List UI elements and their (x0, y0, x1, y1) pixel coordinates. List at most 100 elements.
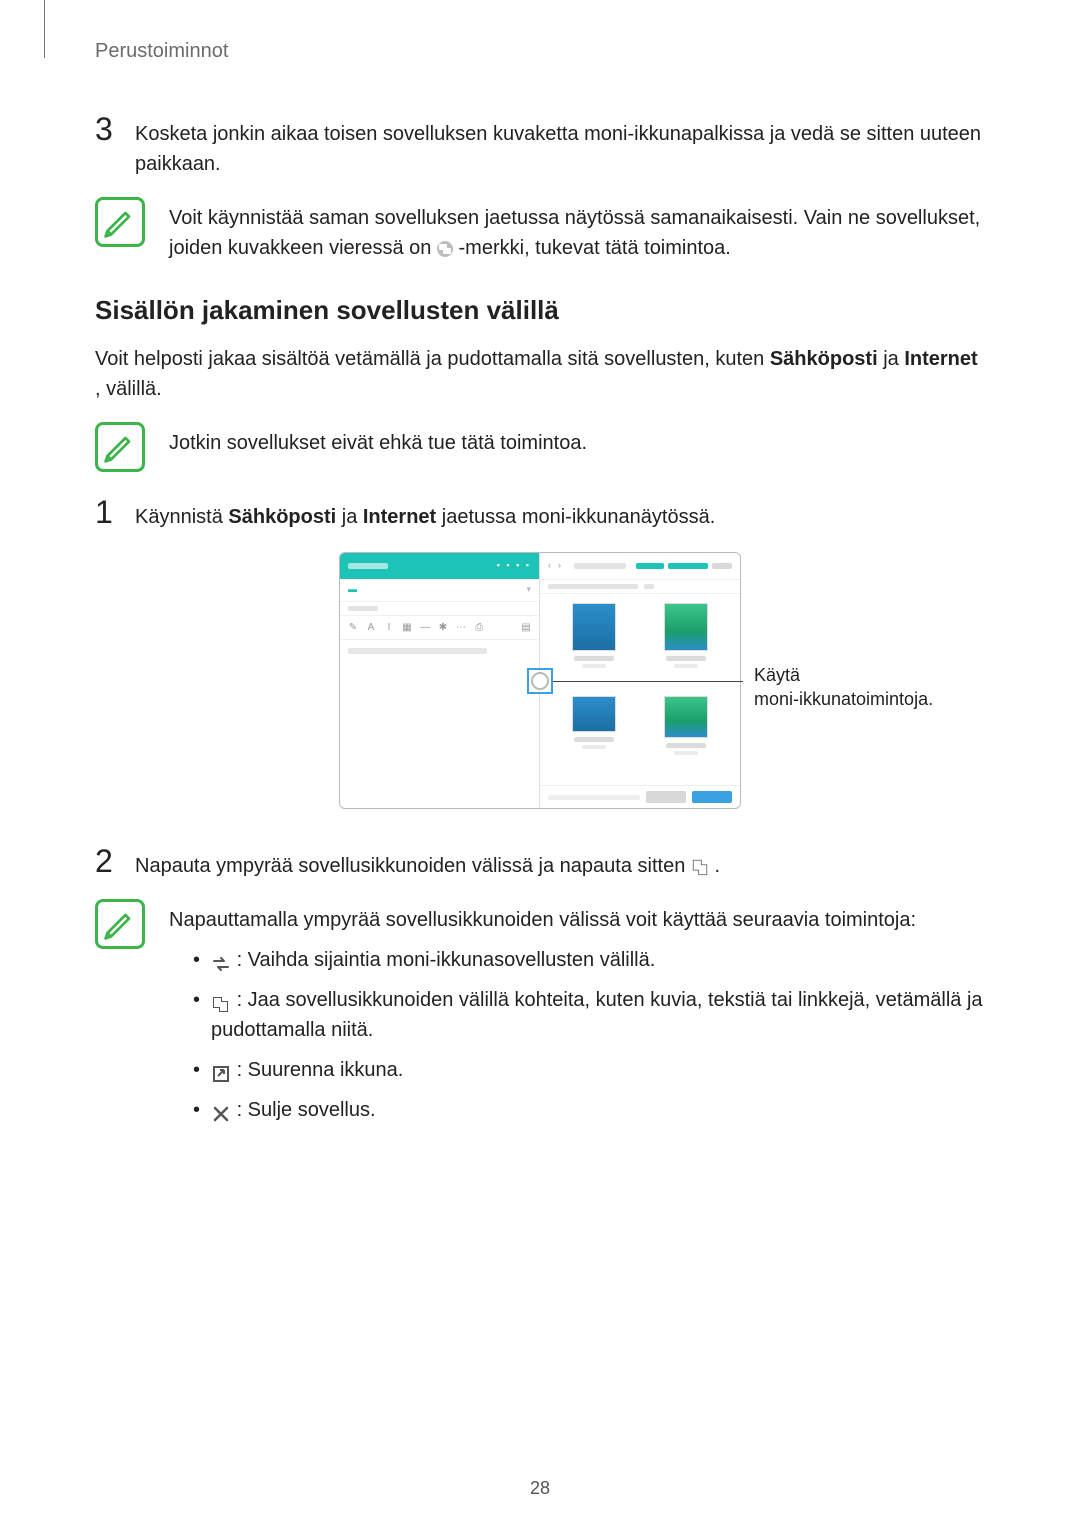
callout-leader-line (553, 681, 743, 682)
thumbnail-card (552, 697, 636, 782)
toolbar-item: — (420, 620, 430, 635)
numbered-step-2: 2 Napauta ympyrää sovellusikkunoiden väl… (95, 845, 985, 881)
intro-part-a: Voit helposti jakaa sisältöä vetämällä j… (95, 348, 770, 370)
note-box: Jotkin sovellukset eivät ehkä tue tätä t… (95, 422, 985, 472)
handle-circle-icon (531, 672, 549, 690)
email-pane-header: ▪ ▪ ▪ ▪ (340, 553, 539, 579)
email-header-actions-blur: ▪ ▪ ▪ ▪ (497, 559, 531, 573)
list-item-text: : Jaa sovellusikkunoiden välillä kohteit… (211, 989, 983, 1041)
compose-toolbar: ✎ A I ▦ — ✱ ⋯ ⎙ ▤ (340, 616, 539, 640)
footer-text-blur (548, 795, 640, 800)
toolbar-item: ▦ (402, 620, 412, 635)
intro-app-email: Sähköposti (770, 348, 878, 370)
compose-subject-row (340, 602, 539, 616)
note-box: Napauttamalla ympyrää sovellusikkunoiden… (95, 899, 985, 1135)
step-number: 2 (95, 845, 135, 877)
browser-subheader-blur (644, 584, 654, 589)
list-item-text: : Sulje sovellus. (237, 1099, 376, 1121)
browser-action-blur (636, 563, 664, 569)
browser-subheader-blur (548, 584, 638, 589)
multi-window-figure: ▪ ▪ ▪ ▪ ▬ ▾ ✎ A I ▦ — ✱ (95, 552, 985, 809)
compose-to-row: ▬ ▾ (340, 579, 539, 602)
list-item-text: : Suurenna ikkuna. (237, 1059, 404, 1081)
step1-app-email: Sähköposti (228, 506, 336, 528)
browser-subheader (540, 580, 740, 594)
drag-content-icon (211, 992, 231, 1010)
step-text: Napauta ympyrää sovellusikkunoiden välis… (135, 845, 985, 881)
page-content: 3 Kosketa jonkin aikaa toisen sovellukse… (95, 113, 985, 1135)
note-icon (95, 197, 145, 247)
section-intro: Voit helposti jakaa sisältöä vetämällä j… (95, 344, 985, 404)
intro-part-e: , välillä. (95, 378, 162, 400)
note-text: Voit käynnistää saman sovelluksen jaetus… (169, 197, 985, 263)
figure-callout: Käytä moni-ikkunatoimintoja. (754, 663, 984, 712)
footer-button-blur (692, 791, 732, 803)
url-bar-blur (574, 563, 626, 569)
browser-toolbar: ‹ › (540, 553, 740, 580)
browser-action-blur (668, 563, 708, 569)
multi-window-handle (527, 668, 553, 694)
browser-footer (540, 785, 740, 808)
step1-pre: Käynnistä (135, 506, 228, 528)
pencil-note-icon (102, 429, 138, 465)
drag-content-icon (691, 858, 709, 876)
step-text: Käynnistä Sähköposti ja Internet jaetuss… (135, 496, 985, 532)
numbered-step-3: 3 Kosketa jonkin aikaa toisen sovellukse… (95, 113, 985, 179)
close-icon (211, 1102, 231, 1120)
maximize-window-icon (211, 1062, 231, 1080)
toolbar-item: ✱ (438, 620, 448, 635)
callout-line1: Käytä (754, 665, 800, 685)
step1-post: jaetussa moni-ikkunanäytössä. (442, 506, 715, 528)
manual-page: Perustoiminnot 3 Kosketa jonkin aikaa to… (0, 0, 1080, 1527)
numbered-step-1: 1 Käynnistä Sähköposti ja Internet jaetu… (95, 496, 985, 532)
back-icon: ‹ (548, 559, 558, 573)
toolbar-item: ▤ (521, 620, 531, 635)
thumbnail-card (644, 697, 728, 782)
swap-windows-icon (211, 952, 231, 970)
note-icon (95, 422, 145, 472)
browser-thumbnail-grid (540, 594, 740, 785)
step1-mid: ja (342, 506, 363, 528)
list-item: : Sulje sovellus. (193, 1095, 985, 1125)
note-icon (95, 899, 145, 949)
toolbar-item: A (366, 620, 376, 635)
step2-post: . (714, 855, 720, 877)
toolbar-item: ⋯ (456, 620, 466, 635)
duplicate-support-icon (437, 241, 453, 257)
note-text-part-b: -merkki, tukevat tätä toimintoa. (459, 237, 731, 259)
compose-to-value-blur: ▾ (526, 583, 531, 597)
footer-button-blur (646, 791, 686, 803)
list-item: : Vaihda sijaintia moni-ikkunasovelluste… (193, 945, 985, 975)
toolbar-item: ✎ (348, 620, 358, 635)
browser-action-blur (712, 563, 732, 569)
callout-line2: moni-ikkunatoimintoja. (754, 689, 933, 709)
compose-to-label-blur: ▬ (348, 583, 388, 597)
pencil-note-icon (102, 204, 138, 240)
pencil-note-icon (102, 906, 138, 942)
list-item: : Jaa sovellusikkunoiden välillä kohteit… (193, 985, 985, 1045)
list-item: : Suurenna ikkuna. (193, 1055, 985, 1085)
toolbar-item: I (384, 620, 394, 635)
note3-intro: Napauttamalla ympyrää sovellusikkunoiden… (169, 905, 985, 935)
list-item-text: : Vaihda sijaintia moni-ikkunasovelluste… (237, 949, 656, 971)
intro-part-c: ja (883, 348, 904, 370)
step1-app-internet: Internet (363, 506, 436, 528)
forward-icon: › (558, 559, 568, 573)
toolbar-item: ⎙ (474, 620, 484, 635)
note-text: Jotkin sovellukset eivät ehkä tue tätä t… (169, 422, 985, 458)
section-heading: Sisällön jakaminen sovellusten välillä (95, 291, 985, 330)
thumbnail-card (552, 604, 636, 689)
crop-edge-marker (44, 0, 45, 58)
note-text: Napauttamalla ympyrää sovellusikkunoiden… (169, 899, 985, 1135)
multi-window-actions-list: : Vaihda sijaintia moni-ikkunasovelluste… (169, 945, 985, 1125)
step-number: 3 (95, 113, 135, 145)
thumbnail-card (644, 604, 728, 689)
step2-pre: Napauta ympyrää sovellusikkunoiden välis… (135, 855, 691, 877)
email-pane: ▪ ▪ ▪ ▪ ▬ ▾ ✎ A I ▦ — ✱ (340, 553, 540, 808)
compose-body-placeholder (348, 648, 487, 654)
email-header-title-blur (348, 563, 388, 569)
note-box: Voit käynnistää saman sovelluksen jaetus… (95, 197, 985, 263)
intro-app-internet: Internet (904, 348, 977, 370)
page-number: 28 (0, 1478, 1080, 1499)
step-number: 1 (95, 496, 135, 528)
